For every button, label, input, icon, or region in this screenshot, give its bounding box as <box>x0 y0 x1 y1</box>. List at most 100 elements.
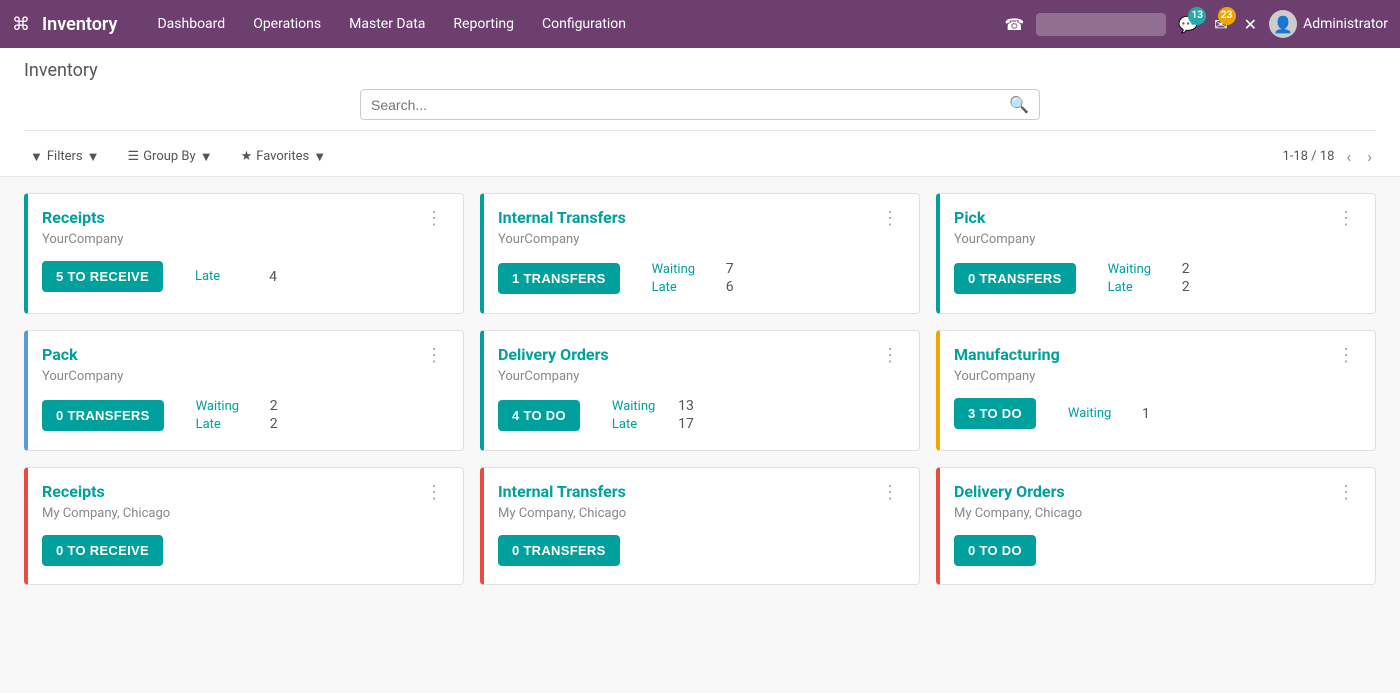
card-title[interactable]: Pick <box>954 208 985 227</box>
close-icon[interactable]: ✕ <box>1240 11 1261 38</box>
page-title: Inventory <box>24 60 1376 81</box>
card-menu-dots[interactable]: ⋮ <box>875 482 905 504</box>
filters-button[interactable]: ▼ Filters ▼ <box>24 147 106 167</box>
menu-item-reporting[interactable]: Reporting <box>441 10 526 38</box>
brand-name[interactable]: Inventory <box>42 14 117 35</box>
phone-icon[interactable]: ☎ <box>1000 11 1028 38</box>
stat-row: Waiting 2 <box>196 398 278 414</box>
pagination-next[interactable]: › <box>1363 145 1376 168</box>
favorites-star-icon: ★ <box>241 149 253 164</box>
card-header: Internal Transfers ⋮ <box>484 194 919 230</box>
stat-row: Waiting 13 <box>612 398 694 414</box>
subheader: Inventory 🔍 ▼ Filters ▼ ☰ Group By ▼ ★ F… <box>0 48 1400 177</box>
topnav-right-area: ☎ 💬 13 ✉ 23 ✕ 👤 Administrator <box>1000 10 1388 38</box>
search-magnifier-icon: 🔍 <box>1009 95 1029 114</box>
card-stats: Late 4 <box>195 269 277 285</box>
search-input[interactable] <box>371 97 1009 113</box>
stat-value: 1 <box>1134 406 1150 422</box>
card-action-button[interactable]: 0 TO DO <box>954 535 1036 566</box>
card-menu-dots[interactable]: ⋮ <box>419 482 449 504</box>
card-company: YourCompany <box>498 232 905 247</box>
stat-label: Waiting <box>196 399 246 414</box>
menu-item-configuration[interactable]: Configuration <box>530 10 638 38</box>
card-body: 5 TO RECEIVE Late 4 <box>28 247 463 310</box>
card-title[interactable]: Internal Transfers <box>498 482 626 501</box>
main-menu: Dashboard Operations Master Data Reporti… <box>145 10 992 38</box>
card-title[interactable]: Delivery Orders <box>498 345 609 364</box>
menu-item-dashboard[interactable]: Dashboard <box>145 10 237 38</box>
card-menu-dots[interactable]: ⋮ <box>1331 208 1361 230</box>
card-title[interactable]: Internal Transfers <box>498 208 626 227</box>
card-body: 1 TRANSFERS Waiting 7 Late 6 <box>484 247 919 313</box>
card-stats: Waiting 2 Late 2 <box>1108 261 1190 295</box>
card-action-button[interactable]: 4 TO DO <box>498 400 580 431</box>
groupby-label: Group By <box>143 149 196 164</box>
card-company: YourCompany <box>954 232 1361 247</box>
stat-row: Late 2 <box>196 416 278 432</box>
menu-item-operations[interactable]: Operations <box>241 10 333 38</box>
favorites-button[interactable]: ★ Favorites ▼ <box>235 147 333 167</box>
card-action-button[interactable]: 0 TRANSFERS <box>498 535 620 566</box>
grid-menu-icon[interactable]: ⌘ <box>12 14 30 35</box>
card-header: Manufacturing ⋮ <box>940 331 1375 367</box>
card-menu-dots[interactable]: ⋮ <box>875 345 905 367</box>
stat-row: Waiting 2 <box>1108 261 1190 277</box>
card-action-button[interactable]: 0 TO RECEIVE <box>42 535 163 566</box>
search-box[interactable]: 🔍 <box>360 89 1040 120</box>
card-body: 3 TO DO Waiting 1 <box>940 384 1375 447</box>
groupby-chevron-icon: ▼ <box>200 149 213 165</box>
filter-controls: ▼ Filters ▼ ☰ Group By ▼ ★ Favorites ▼ <box>24 147 332 167</box>
card-header: Pack ⋮ <box>28 331 463 367</box>
menu-item-master-data[interactable]: Master Data <box>337 10 437 38</box>
groupby-button[interactable]: ☰ Group By ▼ <box>122 147 219 167</box>
search-icon-area <box>1036 13 1166 36</box>
activity-icon[interactable]: ✉ 23 <box>1210 11 1231 38</box>
kanban-card-delivery-orders-yourcompany: Delivery Orders ⋮ YourCompany 4 TO DO Wa… <box>480 330 920 451</box>
activity-badge: 23 <box>1218 7 1236 25</box>
stat-label: Waiting <box>1068 406 1118 421</box>
card-header: Delivery Orders ⋮ <box>484 331 919 367</box>
card-title[interactable]: Receipts <box>42 482 105 501</box>
card-body: 0 TRANSFERS Waiting 2 Late 2 <box>940 247 1375 313</box>
stat-label: Waiting <box>612 399 662 414</box>
card-menu-dots[interactable]: ⋮ <box>1331 482 1361 504</box>
card-menu-dots[interactable]: ⋮ <box>1331 345 1361 367</box>
stat-row: Waiting 1 <box>1068 406 1150 422</box>
kanban-card-internal-transfers-chicago: Internal Transfers ⋮ My Company, Chicago… <box>480 467 920 585</box>
card-menu-dots[interactable]: ⋮ <box>875 208 905 230</box>
kanban-card-pick-yourcompany: Pick ⋮ YourCompany 0 TRANSFERS Waiting 2… <box>936 193 1376 314</box>
card-header: Receipts ⋮ <box>28 468 463 504</box>
card-action-button[interactable]: 5 TO RECEIVE <box>42 261 163 292</box>
filters-chevron-icon: ▼ <box>87 149 100 165</box>
kanban-card-internal-transfers-yourcompany: Internal Transfers ⋮ YourCompany 1 TRANS… <box>480 193 920 314</box>
card-menu-dots[interactable]: ⋮ <box>419 208 449 230</box>
user-menu[interactable]: 👤 Administrator <box>1269 10 1388 38</box>
card-company: YourCompany <box>498 369 905 384</box>
card-company: YourCompany <box>954 369 1361 384</box>
main-content: Receipts ⋮ YourCompany 5 TO RECEIVE Late… <box>0 177 1400 601</box>
card-menu-dots[interactable]: ⋮ <box>419 345 449 367</box>
card-header: Internal Transfers ⋮ <box>484 468 919 504</box>
stat-label: Late <box>652 280 702 295</box>
pagination-range: 1-18 / 18 <box>1282 149 1334 164</box>
card-title[interactable]: Manufacturing <box>954 345 1060 364</box>
stat-row: Late 2 <box>1108 279 1190 295</box>
card-company: YourCompany <box>42 369 449 384</box>
card-action-button[interactable]: 0 TRANSFERS <box>954 263 1076 294</box>
card-title[interactable]: Delivery Orders <box>954 482 1065 501</box>
messages-icon[interactable]: 💬 13 <box>1174 11 1202 38</box>
stat-value: 17 <box>678 416 694 432</box>
card-action-button[interactable]: 0 TRANSFERS <box>42 400 164 431</box>
card-header: Delivery Orders ⋮ <box>940 468 1375 504</box>
topnav-search-input[interactable] <box>1036 13 1166 36</box>
card-title[interactable]: Pack <box>42 345 78 364</box>
pagination-prev[interactable]: ‹ <box>1342 145 1355 168</box>
filters-label: Filters <box>47 149 83 164</box>
stat-row: Late 6 <box>652 279 734 295</box>
top-navigation: ⌘ Inventory Dashboard Operations Master … <box>0 0 1400 48</box>
card-action-button[interactable]: 3 TO DO <box>954 398 1036 429</box>
card-company: My Company, Chicago <box>498 506 905 521</box>
card-title[interactable]: Receipts <box>42 208 105 227</box>
card-body: 4 TO DO Waiting 13 Late 17 <box>484 384 919 450</box>
card-action-button[interactable]: 1 TRANSFERS <box>498 263 620 294</box>
